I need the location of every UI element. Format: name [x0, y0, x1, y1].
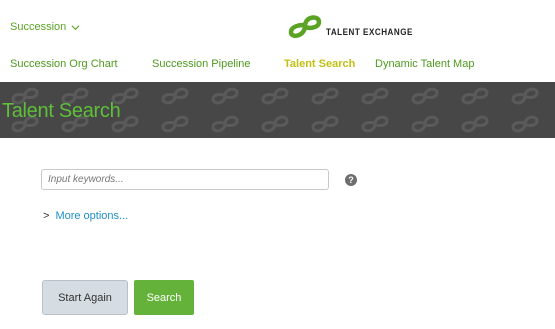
keyword-search-input[interactable]: [41, 169, 329, 190]
search-button[interactable]: Search: [134, 280, 194, 315]
more-options-label: More options...: [55, 210, 129, 222]
tab-succession-pipeline[interactable]: Succession Pipeline: [152, 58, 250, 70]
more-options-toggle[interactable]: > More options...: [43, 210, 128, 222]
logo-mark-icon: [288, 15, 322, 39]
module-switcher[interactable]: Succession: [10, 21, 80, 33]
tab-succession-org-chart[interactable]: Succession Org Chart: [10, 58, 118, 70]
search-panel: ? > More options... Start Again Search: [10, 138, 555, 329]
chevron-right-icon: >: [43, 210, 50, 222]
page-banner: Talent Search: [0, 82, 555, 138]
logo-text: TALENT EXCHANGE: [326, 27, 413, 38]
help-icon[interactable]: ?: [345, 174, 357, 186]
chevron-down-icon: [71, 24, 80, 30]
top-bar: Succession TALENT EXCHANGE: [0, 0, 555, 52]
talent-exchange-logo: TALENT EXCHANGE: [288, 12, 428, 42]
tab-talent-search[interactable]: Talent Search: [284, 58, 355, 70]
tab-dynamic-talent-map[interactable]: Dynamic Talent Map: [375, 58, 474, 70]
module-switcher-label: Succession: [10, 21, 67, 33]
start-again-button[interactable]: Start Again: [42, 280, 128, 315]
page-title: Talent Search: [2, 100, 121, 122]
